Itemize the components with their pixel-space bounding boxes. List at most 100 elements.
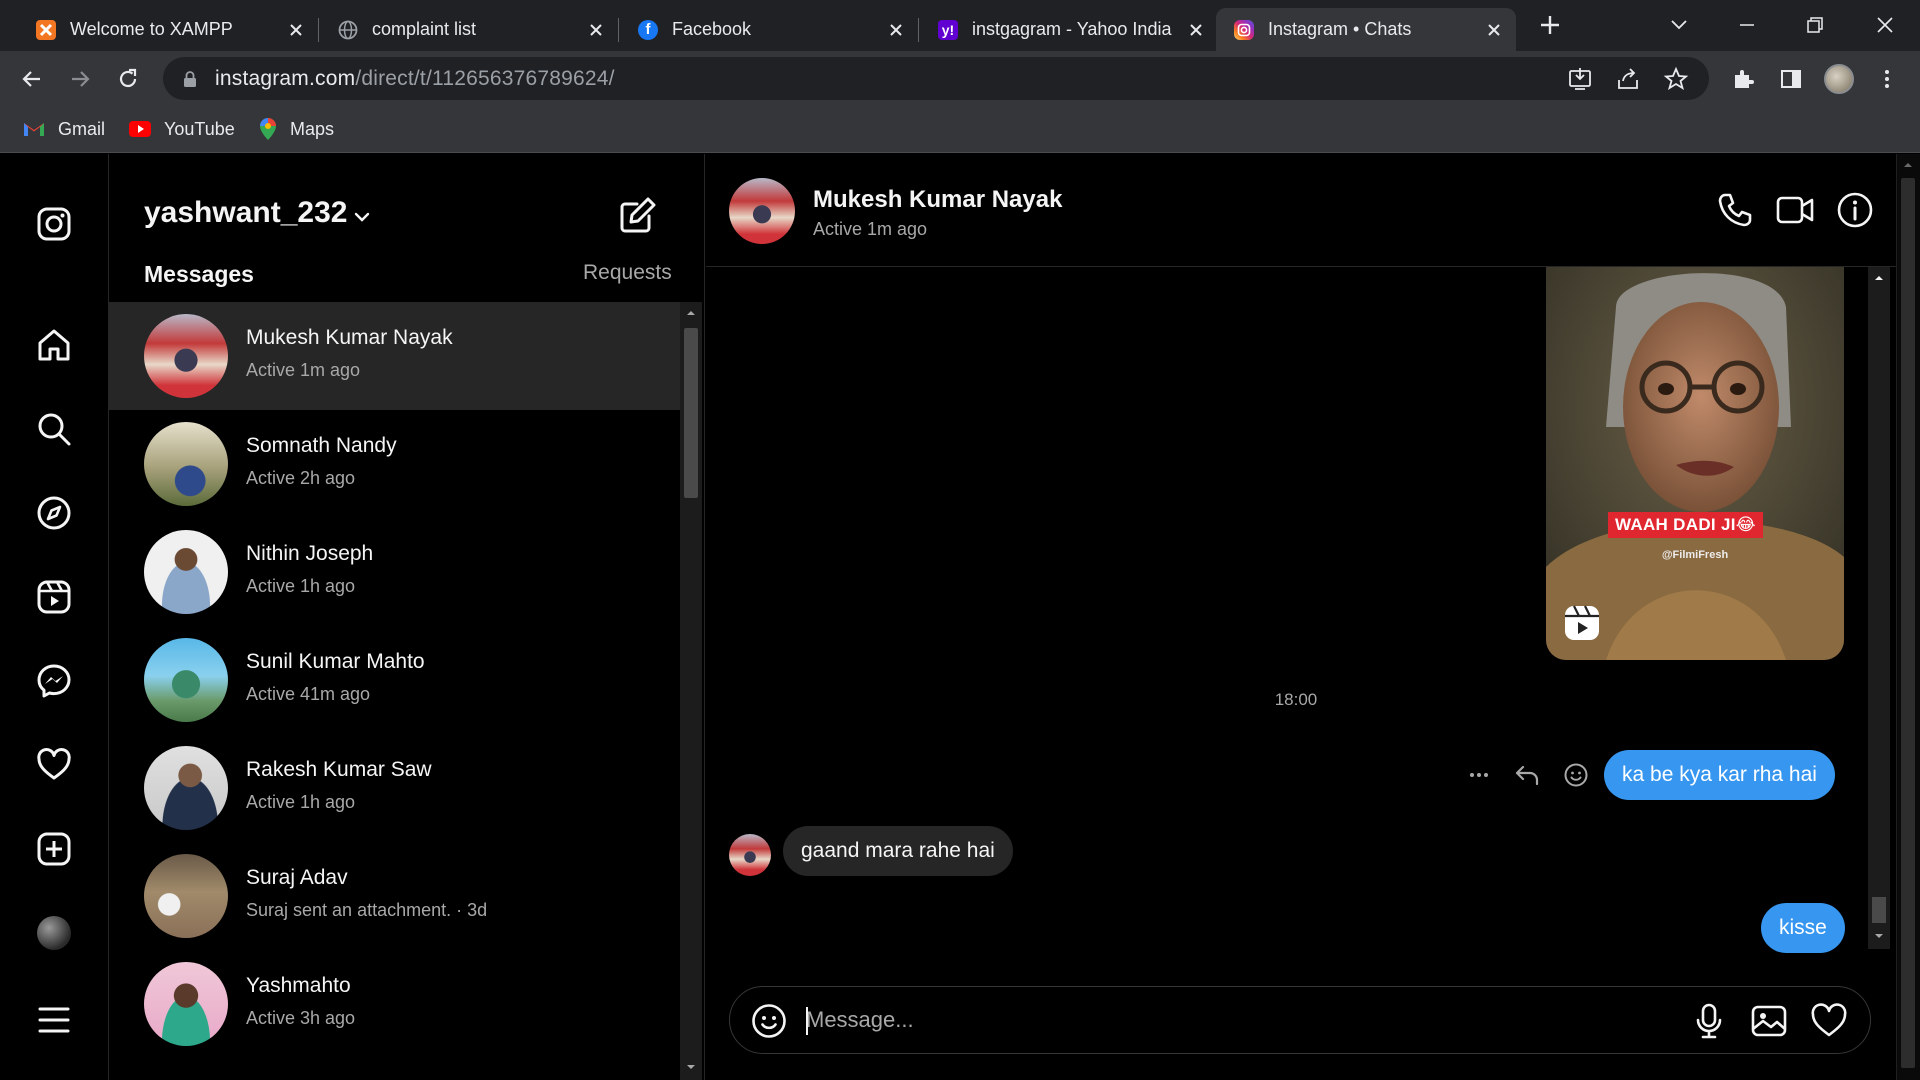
reel-credit: @FilmiFresh [1661, 549, 1729, 561]
create-plus-icon[interactable] [36, 831, 72, 867]
new-tab-plus-icon[interactable] [1537, 12, 1563, 38]
inbox-scrollbar[interactable] [680, 302, 702, 1080]
tab-yahoo[interactable]: y! instgagram - Yahoo India [920, 8, 1218, 51]
avatar[interactable] [729, 178, 795, 244]
inbox-panel: yashwant_232 Messages Requests Mukesh Ku… [109, 154, 705, 1080]
attach-image-icon[interactable] [1750, 1002, 1788, 1040]
message-bubble-sent[interactable]: ka be kya kar rha hai [1604, 750, 1835, 800]
tab-title: instgagram - Yahoo India [972, 19, 1172, 39]
messages-tab[interactable]: Messages [144, 261, 254, 288]
scroll-up-arrow-icon[interactable] [1903, 160, 1913, 170]
thread-item[interactable]: Yashmahto Active 3h ago [109, 950, 680, 1058]
reels-icon[interactable] [36, 579, 72, 615]
avatar[interactable] [729, 834, 771, 876]
notifications-heart-icon[interactable] [36, 747, 72, 783]
message-input[interactable] [806, 999, 1666, 1041]
page-scrollbar[interactable] [1896, 154, 1920, 1080]
conversation-info-icon[interactable] [1836, 191, 1874, 229]
thread-status: Active 1h ago [246, 792, 356, 812]
profile-avatar[interactable] [1823, 63, 1855, 95]
tab-search-chevron-icon[interactable] [1664, 10, 1694, 40]
emoji-picker-icon[interactable] [750, 1002, 788, 1040]
explore-compass-icon[interactable] [36, 495, 72, 531]
chat-contact-name[interactable]: Mukesh Kumar Nayak [813, 186, 1062, 214]
avatar [144, 746, 228, 830]
scroll-thumb[interactable] [684, 328, 698, 498]
new-message-compose-icon[interactable] [619, 196, 657, 234]
bookmark-star-icon[interactable] [1663, 66, 1689, 92]
tab-close-icon[interactable] [586, 20, 606, 40]
microphone-icon[interactable] [1690, 1002, 1728, 1040]
forward-arrow-icon[interactable] [64, 63, 96, 95]
thread-item[interactable]: Suraj Adav Suraj sent an attachment. · 3… [109, 842, 680, 950]
reload-icon[interactable] [112, 63, 144, 95]
tab-close-icon[interactable] [1186, 20, 1206, 40]
avatar [144, 854, 228, 938]
close-window-icon[interactable] [1870, 10, 1900, 40]
react-emoji-icon[interactable] [1561, 760, 1591, 790]
browser-menu-icon[interactable] [1871, 63, 1903, 95]
scroll-down-arrow-icon[interactable] [686, 1062, 696, 1072]
profile-avatar[interactable] [36, 915, 72, 951]
thread-item[interactable]: Sunil Kumar Mahto Active 41m ago [109, 626, 680, 734]
bookmark-gmail[interactable]: Gmail [22, 116, 105, 142]
message-composer [729, 986, 1871, 1054]
lock-icon[interactable] [181, 70, 199, 88]
chat-scrollbar[interactable] [1868, 267, 1890, 949]
avatar [144, 638, 228, 722]
url-path: /direct/t/112656376789624/ [355, 66, 615, 90]
thread-item[interactable]: Somnath Nandy Active 2h ago [109, 410, 680, 518]
minimize-icon[interactable] [1732, 10, 1762, 40]
message-bubble-received[interactable]: gaand mara rahe hai [783, 826, 1013, 876]
account-username[interactable]: yashwant_232 [144, 196, 347, 230]
bookmark-youtube[interactable]: YouTube [128, 116, 235, 142]
thread-list: Mukesh Kumar Nayak Active 1m ago Somnath… [109, 302, 680, 1058]
message-bubble-sent[interactable]: kisse [1761, 903, 1845, 953]
shared-reel-card[interactable]: WAAH DADI JI😂 @FilmiFresh [1546, 267, 1844, 660]
tab-xampp[interactable]: Welcome to XAMPP [18, 8, 319, 51]
restore-icon[interactable] [1800, 10, 1830, 40]
address-bar[interactable]: instagram.com/direct/t/112656376789624/ [163, 57, 1709, 100]
more-menu-icon[interactable] [36, 1002, 72, 1038]
thread-item[interactable]: Rakesh Kumar Saw Active 1h ago [109, 734, 680, 842]
chevron-down-icon[interactable] [352, 207, 372, 227]
tab-instagram-chats[interactable]: Instagram • Chats [1216, 8, 1516, 51]
tab-close-icon[interactable] [886, 20, 906, 40]
avatar [144, 314, 228, 398]
video-call-icon[interactable] [1776, 191, 1814, 229]
search-icon[interactable] [36, 411, 72, 447]
side-panel-icon[interactable] [1775, 63, 1807, 95]
url-text[interactable]: instagram.com/direct/t/112656376789624/ [215, 67, 615, 91]
scroll-up-arrow-icon[interactable] [686, 308, 696, 318]
extensions-puzzle-icon[interactable] [1727, 63, 1759, 95]
instagram-logo-icon[interactable] [36, 206, 72, 242]
message-timestamp: 18:00 [1274, 690, 1318, 709]
thread-item[interactable]: Mukesh Kumar Nayak Active 1m ago [109, 302, 680, 410]
more-options-icon[interactable] [1464, 760, 1494, 790]
thread-status: Active 41m ago [246, 684, 371, 704]
share-icon[interactable] [1615, 66, 1641, 92]
reply-icon[interactable] [1512, 760, 1542, 790]
bookmark-maps[interactable]: Maps [258, 116, 334, 142]
tab-close-icon[interactable] [286, 20, 306, 40]
maps-icon [260, 118, 276, 140]
tab-close-icon[interactable] [1484, 20, 1504, 40]
scroll-down-arrow-icon[interactable] [1874, 931, 1884, 941]
scroll-thumb[interactable] [1901, 178, 1915, 1068]
back-arrow-icon[interactable] [16, 63, 48, 95]
bookmark-label: Gmail [58, 118, 106, 139]
scroll-thumb[interactable] [1872, 897, 1886, 923]
audio-call-icon[interactable] [1716, 191, 1754, 229]
home-icon[interactable] [36, 327, 72, 363]
thread-name: Rakesh Kumar Saw [246, 758, 432, 781]
scroll-up-arrow-icon[interactable] [1874, 273, 1884, 283]
thread-status: Active 2h ago [246, 468, 356, 488]
like-heart-icon[interactable] [1810, 1002, 1848, 1040]
thread-item[interactable]: Nithin Joseph Active 1h ago [109, 518, 680, 626]
thread-status: Suraj sent an attachment. · 3d [246, 900, 488, 920]
tab-complaint-list[interactable]: complaint list [320, 8, 619, 51]
messenger-icon[interactable] [36, 663, 72, 699]
tab-facebook[interactable]: f Facebook [620, 8, 919, 51]
install-app-icon[interactable] [1567, 66, 1593, 92]
requests-tab[interactable]: Requests [583, 261, 672, 285]
